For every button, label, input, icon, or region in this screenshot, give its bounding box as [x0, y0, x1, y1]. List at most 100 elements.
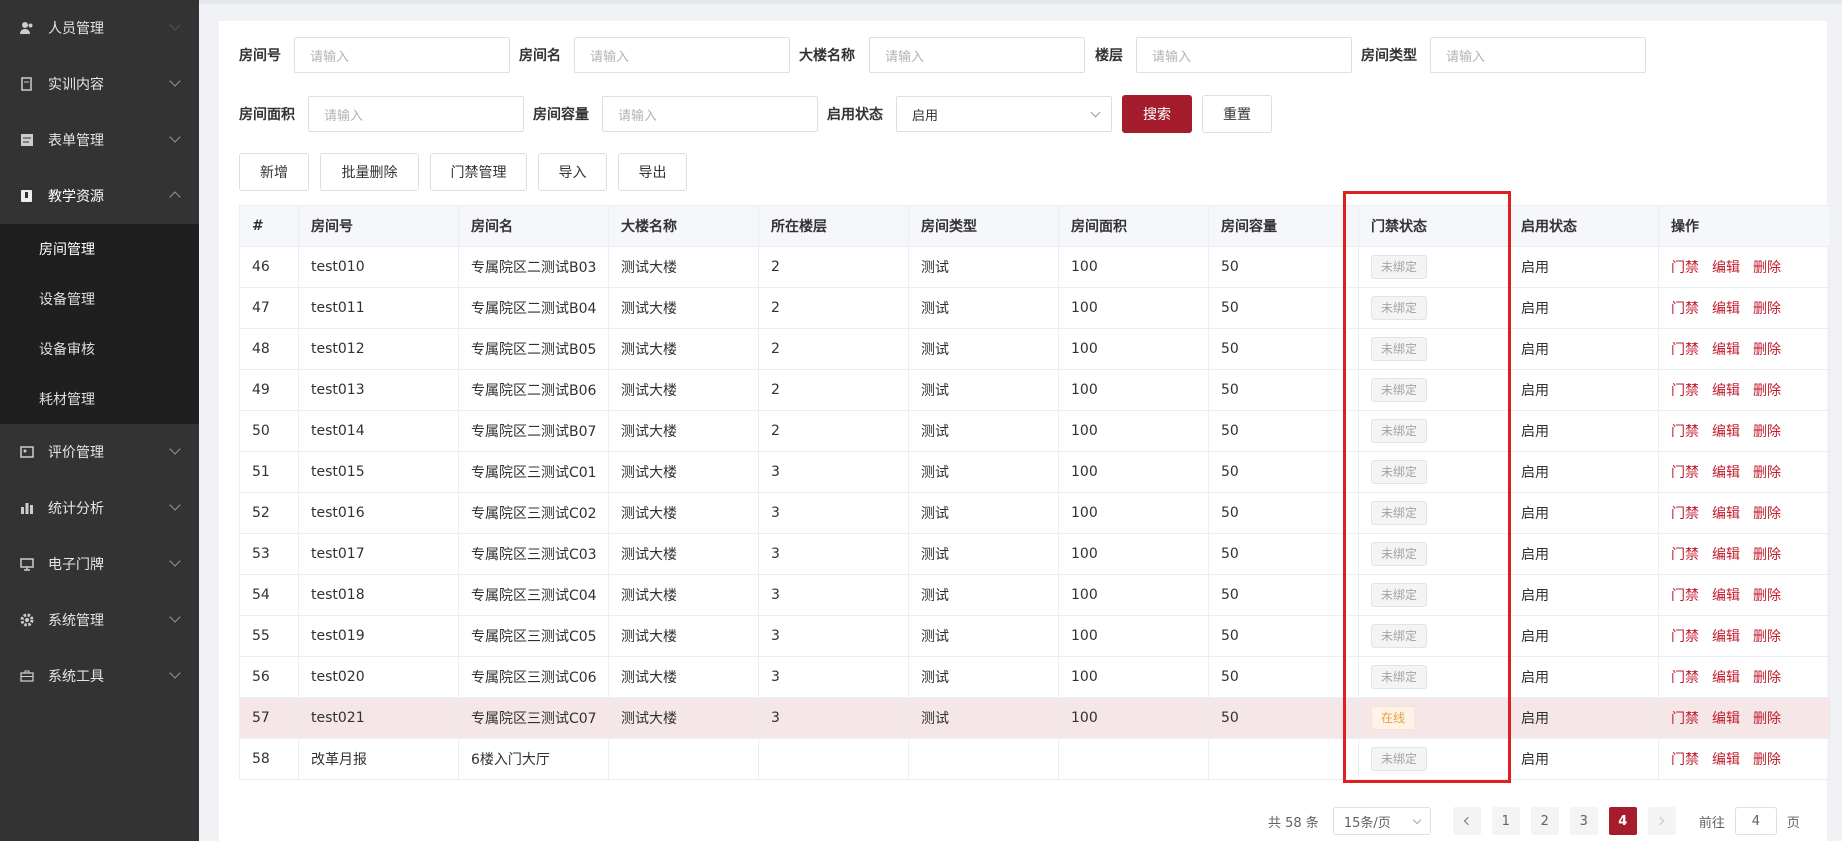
table-row[interactable]: 51 test015 专属院区三测试C01 测试大楼 3 测试 100 50 未绑定 启用 门禁 编辑… [239, 451, 1831, 493]
sidebar-item-evaluation[interactable]: 评价管理 [0, 424, 199, 480]
delete-action-link[interactable]: 删除 [1753, 670, 1781, 686]
room-no-cell: test015 [298, 451, 459, 493]
edit-action-link[interactable]: 编辑 [1712, 752, 1740, 768]
export-button[interactable]: 导出 [618, 153, 687, 191]
access-action-link[interactable]: 门禁 [1671, 465, 1699, 481]
delete-action-link[interactable]: 删除 [1753, 424, 1781, 440]
sidebar-item-teaching-resources[interactable]: 教学资源 [0, 168, 199, 224]
sidebar-subitem-device-management[interactable]: 设备管理 [0, 274, 199, 324]
delete-action-link[interactable]: 删除 [1753, 547, 1781, 563]
page-button[interactable]: 1 [1491, 807, 1520, 835]
edit-action-link[interactable]: 编辑 [1712, 670, 1740, 686]
delete-action-link[interactable]: 删除 [1753, 260, 1781, 276]
access-action-link[interactable]: 门禁 [1671, 752, 1699, 768]
page-button-current[interactable]: 4 [1608, 807, 1637, 835]
edit-action-link[interactable]: 编辑 [1712, 711, 1740, 727]
room-type-input[interactable]: 请输入 [1430, 37, 1646, 73]
sidebar-subitem-room-management[interactable]: 房间管理 [0, 224, 199, 274]
chevron-down-icon [169, 19, 181, 31]
access-action-link[interactable]: 门禁 [1671, 588, 1699, 604]
search-button[interactable]: 搜索 [1122, 95, 1192, 133]
page-button[interactable]: 2 [1530, 807, 1559, 835]
edit-action-link[interactable]: 编辑 [1712, 547, 1740, 563]
access-action-link[interactable]: 门禁 [1671, 260, 1699, 276]
access-action-link[interactable]: 门禁 [1671, 342, 1699, 358]
delete-action-link[interactable]: 删除 [1753, 588, 1781, 604]
table-row[interactable]: 57 test021 专属院区三测试C07 测试大楼 3 测试 100 50 在线 启用 门禁 编辑删… [239, 697, 1831, 739]
room-no-input[interactable]: 请输入 [294, 37, 510, 73]
access-action-link[interactable]: 门禁 [1671, 383, 1699, 399]
table-row[interactable]: 56 test020 专属院区三测试C06 测试大楼 3 测试 100 50 未绑定 启用 门禁 编辑… [239, 656, 1831, 698]
edit-action-link[interactable]: 编辑 [1712, 506, 1740, 522]
sidebar-item-system-management[interactable]: 系统管理 [0, 592, 199, 648]
room-name-input[interactable]: 请输入 [574, 37, 790, 73]
sidebar-item-e-doorplate[interactable]: 电子门牌 [0, 536, 199, 592]
table-row[interactable]: 50 test014 专属院区二测试B07 测试大楼 2 测试 100 50 未绑定 启用 门禁 编辑… [239, 410, 1831, 452]
access-status-badge: 未绑定 [1371, 747, 1428, 771]
edit-action-link[interactable]: 编辑 [1712, 424, 1740, 440]
access-action-link[interactable]: 门禁 [1671, 670, 1699, 686]
sidebar-item-forms[interactable]: 表单管理 [0, 112, 199, 168]
sidebar-item-system-tools[interactable]: 系统工具 [0, 648, 199, 704]
column-header: # [239, 205, 299, 247]
access-action-link[interactable]: 门禁 [1671, 547, 1699, 563]
delete-action-link[interactable]: 删除 [1753, 752, 1781, 768]
delete-action-link[interactable]: 删除 [1753, 506, 1781, 522]
table-row[interactable]: 52 test016 专属院区三测试C02 测试大楼 3 测试 100 50 未绑定 启用 门禁 编辑… [239, 492, 1831, 534]
delete-action-link[interactable]: 删除 [1753, 383, 1781, 399]
access-management-button[interactable]: 门禁管理 [430, 153, 527, 191]
next-page-button[interactable] [1647, 807, 1676, 835]
sidebar-item-label: 人员管理 [48, 21, 104, 37]
edit-action-link[interactable]: 编辑 [1712, 342, 1740, 358]
access-action-link[interactable]: 门禁 [1671, 506, 1699, 522]
access-action-link[interactable]: 门禁 [1671, 711, 1699, 727]
floor-input[interactable]: 请输入 [1136, 37, 1352, 73]
table-row[interactable]: 58 改革月报 6楼入门大厅 未绑定 启用 门禁 编辑 删除 [239, 738, 1831, 780]
access-action-link[interactable]: 门禁 [1671, 629, 1699, 645]
reset-button[interactable]: 重置 [1202, 95, 1272, 133]
page-button[interactable]: 3 [1569, 807, 1598, 835]
goto-page-input[interactable]: 4 [1734, 807, 1777, 835]
capacity-input[interactable]: 请输入 [602, 96, 818, 132]
chevron-down-icon [1090, 107, 1101, 117]
prev-page-button[interactable] [1452, 807, 1481, 835]
filter-label-room-name: 房间名 [519, 48, 561, 64]
table-row[interactable]: 48 test012 专属院区二测试B05 测试大楼 2 测试 100 50 未绑定 启用 门禁 编辑… [239, 328, 1831, 370]
area-input[interactable]: 请输入 [308, 96, 524, 132]
sidebar-subitem-consumables[interactable]: 耗材管理 [0, 374, 199, 424]
delete-action-link[interactable]: 删除 [1753, 342, 1781, 358]
edit-action-link[interactable]: 编辑 [1712, 465, 1740, 481]
sidebar-item-statistics[interactable]: 统计分析 [0, 480, 199, 536]
sidebar-subitem-device-review[interactable]: 设备审核 [0, 324, 199, 374]
access-action-link[interactable]: 门禁 [1671, 424, 1699, 440]
table-row[interactable]: 55 test019 专属院区三测试C05 测试大楼 3 测试 100 50 未绑定 启用 门禁 编辑… [239, 615, 1831, 657]
delete-action-link[interactable]: 删除 [1753, 301, 1781, 317]
room-type-cell: 测试 [908, 287, 1059, 329]
status-select[interactable]: 启用 [896, 96, 1112, 132]
edit-action-link[interactable]: 编辑 [1712, 260, 1740, 276]
sidebar-item-personnel[interactable]: 人员管理 [0, 0, 199, 56]
edit-action-link[interactable]: 编辑 [1712, 301, 1740, 317]
users-icon [20, 21, 34, 35]
sidebar-item-training[interactable]: 实训内容 [0, 56, 199, 112]
delete-action-link[interactable]: 删除 [1753, 711, 1781, 727]
table-row[interactable]: 54 test018 专属院区三测试C04 测试大楼 3 测试 100 50 未绑定 启用 门禁 编辑… [239, 574, 1831, 616]
building-input[interactable]: 请输入 [869, 37, 1085, 73]
delete-action-link[interactable]: 删除 [1753, 465, 1781, 481]
delete-action-link[interactable]: 删除 [1753, 629, 1781, 645]
edit-action-link[interactable]: 编辑 [1712, 629, 1740, 645]
access-action-link[interactable]: 门禁 [1671, 301, 1699, 317]
add-button[interactable]: 新增 [239, 153, 309, 191]
table-row[interactable]: 53 test017 专属院区三测试C03 测试大楼 3 测试 100 50 未绑定 启用 门禁 编辑… [239, 533, 1831, 575]
building-cell: 测试大楼 [608, 492, 759, 534]
table-row[interactable]: 47 test011 专属院区二测试B04 测试大楼 2 测试 100 50 未绑定 启用 门禁 编辑… [239, 287, 1831, 329]
column-header: 所在楼层 [758, 205, 909, 247]
table-row[interactable]: 49 test013 专属院区二测试B06 测试大楼 2 测试 100 50 未绑定 启用 门禁 编辑… [239, 369, 1831, 411]
batch-delete-button[interactable]: 批量删除 [320, 153, 419, 191]
table-row[interactable]: 46 test010 专属院区二测试B03 测试大楼 2 测试 100 50 未绑定 启用 门禁 编辑… [239, 246, 1831, 288]
access-status-cell: 未绑定 [1358, 246, 1509, 288]
page-size-select[interactable]: 15条/页 [1332, 807, 1431, 835]
edit-action-link[interactable]: 编辑 [1712, 383, 1740, 399]
edit-action-link[interactable]: 编辑 [1712, 588, 1740, 604]
import-button[interactable]: 导入 [538, 153, 607, 191]
